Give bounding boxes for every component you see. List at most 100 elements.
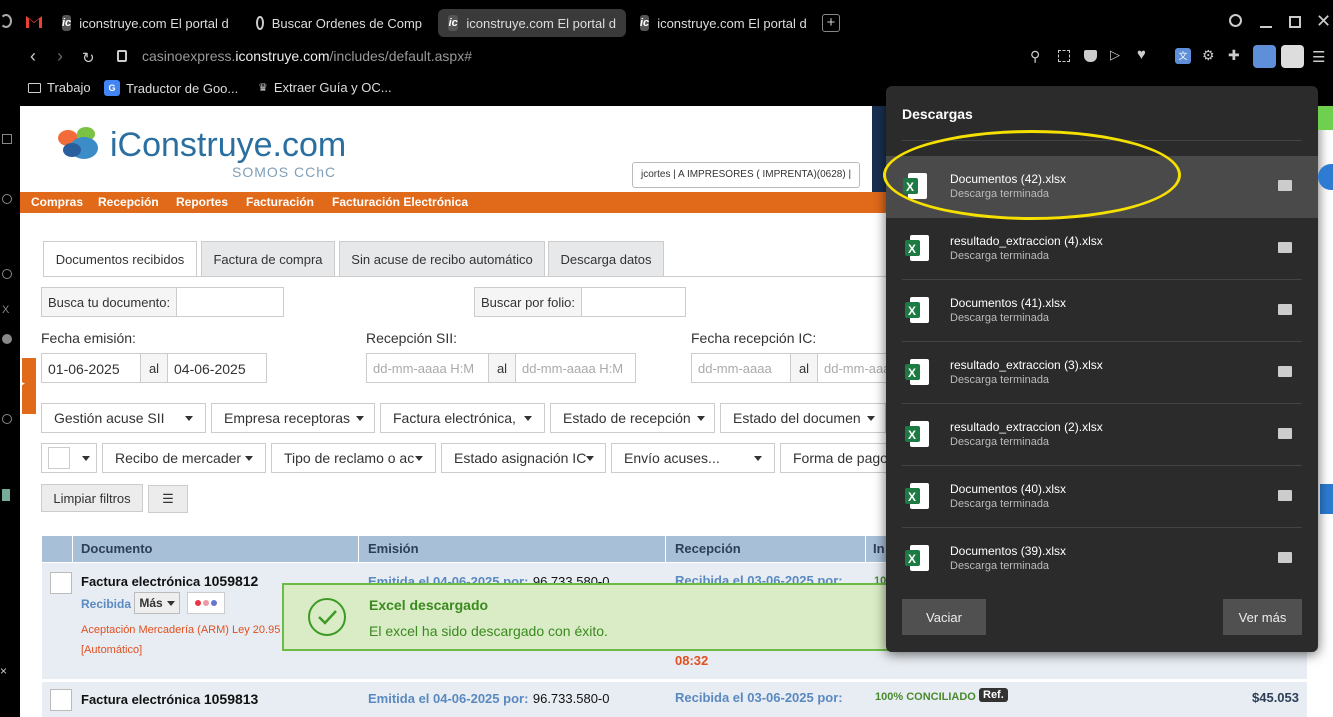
dropdown-empresa-receptoras[interactable]: Empresa receptoras <box>211 403 375 433</box>
folder-icon[interactable] <box>1278 366 1292 377</box>
close-window-icon[interactable]: ✕ <box>1316 12 1331 30</box>
pin-icon[interactable]: ⚲ <box>1030 48 1040 65</box>
download-item-2[interactable]: X resultado_extraccion (4).xlsx Descarga… <box>902 218 1302 280</box>
table-row[interactable]: Factura electrónica 1059813 Emitida el 0… <box>42 682 1307 717</box>
search-folio-input[interactable] <box>580 288 685 316</box>
bookmark-folder-trabajo[interactable]: Trabajo <box>28 80 91 95</box>
list-view-button[interactable]: ☰ <box>148 485 188 513</box>
sidebar-icon[interactable] <box>2 194 12 204</box>
dropdown-estado-asignacion[interactable]: Estado asignación IC <box>441 443 606 473</box>
folder-icon[interactable] <box>1278 180 1292 191</box>
folder-icon[interactable] <box>1278 552 1292 563</box>
fecha-recepcion-hasta[interactable]: dd-mm-aaaa <box>817 353 897 383</box>
tab-4[interactable]: ic iconstruye.com El portal d <box>630 9 816 37</box>
folder-icon[interactable] <box>1278 490 1292 501</box>
back-icon[interactable]: ‹ <box>30 46 36 67</box>
dropdown-gestion-acuse[interactable]: Gestión acuse SII <box>41 403 206 433</box>
sidebar-icon[interactable] <box>2 134 12 144</box>
menu-recepcion[interactable]: Recepción <box>98 195 159 209</box>
col-emision[interactable]: Emisión <box>368 541 419 556</box>
download-item-6[interactable]: X Documentos (40).xlsx Descarga terminad… <box>902 466 1302 528</box>
bookmark-traductor[interactable]: G Traductor de Goo... <box>104 80 238 96</box>
search-document-input[interactable] <box>176 288 283 316</box>
minimize-icon[interactable] <box>1260 26 1272 28</box>
tab-factura-de-compra[interactable]: Factura de compra <box>201 241 335 277</box>
folder-icon[interactable] <box>1278 242 1292 253</box>
mas-button[interactable]: Más <box>134 592 180 614</box>
select-all-checkbox[interactable] <box>48 447 70 469</box>
dropdown-estado-documento[interactable]: Estado del documen <box>720 403 886 433</box>
dropdown-forma-pago[interactable]: Forma de pago <box>780 443 890 473</box>
ref-badge[interactable]: Ref. <box>979 688 1008 702</box>
menu-compras[interactable]: Compras <box>31 195 83 209</box>
dropdown-factura-electronica[interactable]: Factura electrónica, <box>380 403 545 433</box>
dropdown-envio-acuses[interactable]: Envío acuses... <box>611 443 775 473</box>
folder-icon[interactable] <box>1278 304 1292 315</box>
menu-reportes[interactable]: Reportes <box>176 195 228 209</box>
tab-documentos-recibidos[interactable]: Documentos recibidos <box>43 241 197 277</box>
download-item-5[interactable]: X resultado_extraccion (2).xlsx Descarga… <box>902 404 1302 466</box>
col-recepcion[interactable]: Recepción <box>675 541 741 556</box>
dropdown-select-checkbox[interactable] <box>41 443 97 473</box>
extension-icon[interactable]: ⚙ <box>1202 47 1215 64</box>
gmail-icon[interactable] <box>26 14 42 28</box>
new-tab-button[interactable]: + <box>822 14 840 32</box>
fecha-emision-desde[interactable]: 01-06-2025 <box>41 353 141 383</box>
user-info-box[interactable]: jcortes | A IMPRESORES ( IMPRENTA)(0628)… <box>632 162 860 188</box>
screenshot-icon[interactable] <box>1058 50 1070 62</box>
pocket-icon[interactable] <box>1084 50 1097 62</box>
translate-extension-icon[interactable]: 文 <box>1175 48 1191 64</box>
tab-sin-acuse[interactable]: Sin acuse de recibo automático <box>339 241 545 277</box>
recepcion-sii-desde[interactable]: dd-mm-aaaa H:M <box>366 353 489 383</box>
fecha-emision-hasta[interactable]: 04-06-2025 <box>167 353 267 383</box>
action-button-edge[interactable] <box>1320 484 1333 514</box>
col-documento[interactable]: Documento <box>81 541 153 556</box>
see-more-downloads-button[interactable]: Ver más <box>1223 599 1302 635</box>
forward-icon[interactable]: › <box>57 46 63 67</box>
download-item-3[interactable]: X Documentos (41).xlsx Descarga terminad… <box>902 280 1302 342</box>
url-field[interactable]: casinoexpress.iconstruye.com/includes/de… <box>142 48 472 64</box>
row-checkbox[interactable] <box>50 572 72 594</box>
fecha-recepcion-desde[interactable]: dd-mm-aaaa <box>691 353 791 383</box>
dropdown-estado-recepcion[interactable]: Estado de recepción <box>550 403 715 433</box>
folder-icon[interactable] <box>1278 428 1292 439</box>
tab-3-active[interactable]: ic iconstruye.com El portal d <box>438 9 626 37</box>
menu-facturacion-electronica[interactable]: Facturación Electrónica <box>332 195 468 209</box>
download-item-1[interactable]: X Documentos (42).xlsx Descarga terminad… <box>886 156 1318 218</box>
doc-title[interactable]: Factura electrónica 1059812 <box>81 573 258 589</box>
x-icon[interactable]: X <box>2 304 9 316</box>
sidebar-icon[interactable] <box>2 334 12 344</box>
row-checkbox[interactable] <box>50 689 72 711</box>
downloads-toolbar-button[interactable] <box>1281 45 1304 68</box>
status-dots-button[interactable] <box>187 592 225 614</box>
sidebar-icon[interactable] <box>2 414 12 424</box>
close-sidebar-icon[interactable]: × <box>0 664 7 678</box>
tab-descarga-datos[interactable]: Descarga datos <box>548 241 664 277</box>
download-item-7[interactable]: X Documentos (39).xlsx Descarga terminad… <box>902 528 1302 590</box>
tab-1[interactable]: ic iconstruye.com El portal d <box>52 9 238 37</box>
sidebar-icon[interactable] <box>2 269 12 279</box>
clear-filters-button[interactable]: Limpiar filtros <box>41 484 143 512</box>
search-tabs-icon[interactable] <box>1229 14 1242 27</box>
menu-facturacion[interactable]: Facturación <box>246 195 314 209</box>
sidebar-icon[interactable] <box>2 489 10 501</box>
reload-icon[interactable]: ↻ <box>82 49 95 67</box>
banner-ad[interactable] <box>872 106 886 192</box>
recepcion-sii-hasta[interactable]: dd-mm-aaaa H:M <box>515 353 636 383</box>
browser-menu-icon[interactable] <box>0 14 12 28</box>
dropdown-tipo-reclamo[interactable]: Tipo de reclamo o ac <box>271 443 436 473</box>
maximize-icon[interactable] <box>1289 16 1301 28</box>
download-item-4[interactable]: X resultado_extraccion (3).xlsx Descarga… <box>902 342 1302 404</box>
clear-downloads-button[interactable]: Vaciar <box>902 599 986 635</box>
col-info[interactable]: In <box>873 541 885 556</box>
doc-title[interactable]: Factura electrónica 1059813 <box>81 691 258 707</box>
puzzle-icon[interactable]: ✚ <box>1228 47 1240 64</box>
menu-icon[interactable]: ☰ <box>1312 48 1325 66</box>
dropdown-recibo-mercaderia[interactable]: Recibo de mercader <box>102 443 266 473</box>
heart-icon[interactable]: ♥ <box>1137 46 1146 63</box>
bookmark-extraer[interactable]: ♛ Extraer Guía y OC... <box>258 80 392 95</box>
logo-text[interactable]: iConstruye.com <box>110 126 346 165</box>
tab-2[interactable]: Buscar Ordenes de Comp <box>246 9 432 37</box>
profile-avatar-icon[interactable] <box>1253 45 1276 68</box>
send-icon[interactable]: ▷ <box>1110 47 1120 63</box>
